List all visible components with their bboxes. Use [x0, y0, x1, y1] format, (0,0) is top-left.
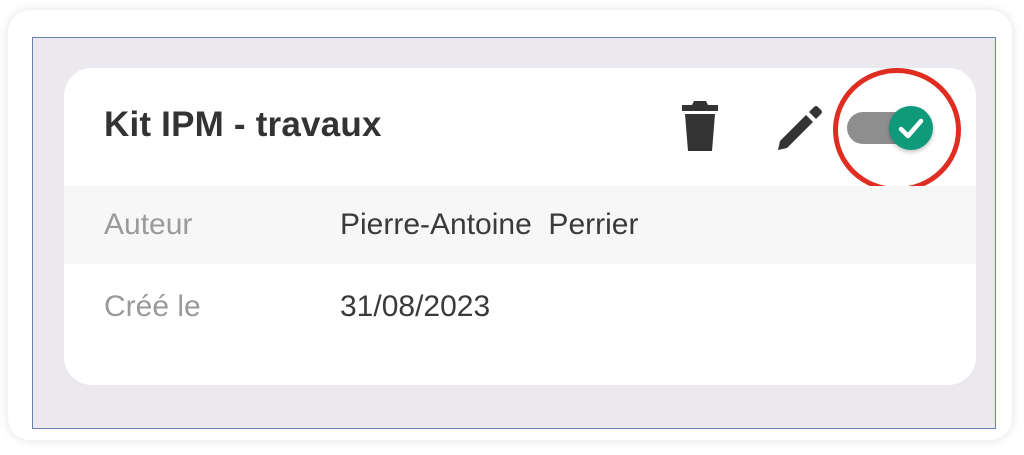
active-toggle[interactable] — [847, 106, 933, 150]
field-row-author: Auteur Pierre-Antoine Perrier — [64, 186, 976, 264]
kit-card: Kit IPM - travaux Auteur Pierre-Antoine … — [64, 68, 976, 385]
field-value-author: Pierre-Antoine Perrier — [340, 208, 639, 241]
delete-button[interactable] — [674, 98, 726, 154]
check-icon — [898, 118, 924, 139]
field-row-created: Créé le 31/08/2023 — [64, 268, 976, 346]
toggle-thumb — [889, 106, 933, 150]
card-header: Kit IPM - travaux — [64, 68, 976, 192]
card-title: Kit IPM - travaux — [104, 105, 382, 144]
pencil-icon — [778, 106, 822, 150]
edit-button[interactable] — [770, 98, 826, 154]
field-label-author: Auteur — [104, 208, 193, 241]
field-value-created: 31/08/2023 — [340, 290, 491, 323]
trash-icon — [682, 101, 718, 151]
field-label-created: Créé le — [104, 290, 201, 323]
